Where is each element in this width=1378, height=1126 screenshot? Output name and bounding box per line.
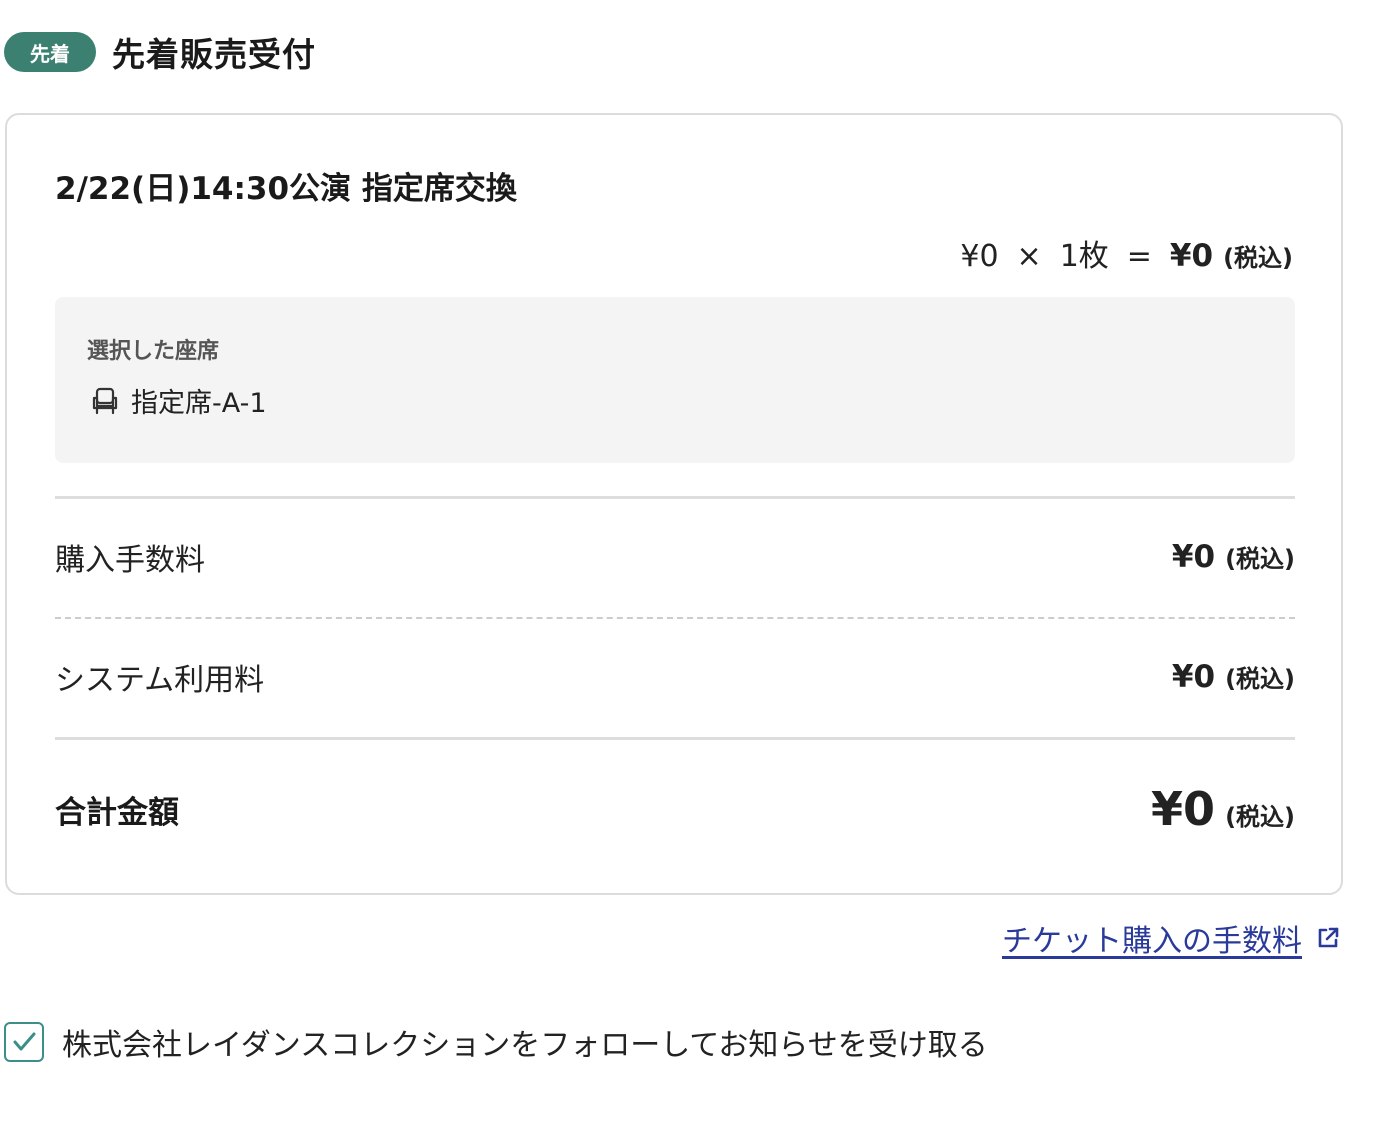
checkmark-icon <box>13 1032 36 1051</box>
fee-label: システム利用料 <box>55 663 265 698</box>
page-title: 先着販売受付 <box>112 35 316 74</box>
fee-row-purchase: 購入手数料 ¥0 (税込) <box>55 535 1295 579</box>
follow-label[interactable]: 株式会社レイダンスコレクションをフォローしてお知らせを受け取る <box>62 1020 988 1064</box>
selected-seat-label: 選択した座席 <box>87 339 220 364</box>
total-value: ¥0 (税込) <box>1151 782 1295 836</box>
performance-title: 2/22(日)14:30公演 指定席交換 <box>55 171 517 207</box>
selected-seat-box: 選択した座席 指定席-A-1 <box>55 297 1295 463</box>
tax-note: (税込) <box>1225 803 1295 831</box>
tax-note: (税込) <box>1223 244 1293 272</box>
tax-note: (税込) <box>1225 545 1295 573</box>
times-sign: × <box>1016 239 1042 274</box>
ticket-fee-link[interactable]: チケット購入の手数料 <box>1002 916 1302 960</box>
dashed-divider <box>55 617 1295 619</box>
fee-info-link-row: チケット購入の手数料 <box>1002 916 1342 960</box>
fee-label: 購入手数料 <box>55 543 205 578</box>
fee-value: ¥0 (税込) <box>1172 539 1295 575</box>
seat-row: 指定席-A-1 <box>89 381 267 420</box>
first-come-badge: 先着 <box>4 32 96 72</box>
equals-sign: = <box>1126 239 1152 274</box>
quantity: 1枚 <box>1059 239 1109 274</box>
follow-checkbox[interactable] <box>4 1022 44 1062</box>
divider <box>55 737 1295 740</box>
fee-amount: ¥0 <box>1171 539 1216 575</box>
total-label: 合計金額 <box>55 794 179 831</box>
fee-value: ¥0 (税込) <box>1172 659 1295 695</box>
section-header: 先着 先着販売受付 <box>4 30 316 74</box>
unit-price: ¥0 <box>960 239 999 274</box>
external-link-icon[interactable] <box>1314 924 1342 952</box>
subtotal: ¥0 <box>1169 238 1214 274</box>
tax-note: (税込) <box>1225 665 1295 693</box>
order-summary-card: 2/22(日)14:30公演 指定席交換 ¥0 × 1枚 = ¥0 (税込) 選… <box>5 113 1343 895</box>
seat-icon <box>89 385 121 417</box>
price-calculation: ¥0 × 1枚 = ¥0 (税込) <box>960 231 1293 275</box>
total-row: 合計金額 ¥0 (税込) <box>55 779 1295 839</box>
fee-row-system: システム利用料 ¥0 (税込) <box>55 655 1295 699</box>
total-amount: ¥0 <box>1151 782 1216 836</box>
divider <box>55 496 1295 499</box>
seat-name: 指定席-A-1 <box>131 388 267 419</box>
follow-option: 株式会社レイダンスコレクションをフォローしてお知らせを受け取る <box>4 1020 988 1064</box>
fee-amount: ¥0 <box>1171 659 1216 695</box>
